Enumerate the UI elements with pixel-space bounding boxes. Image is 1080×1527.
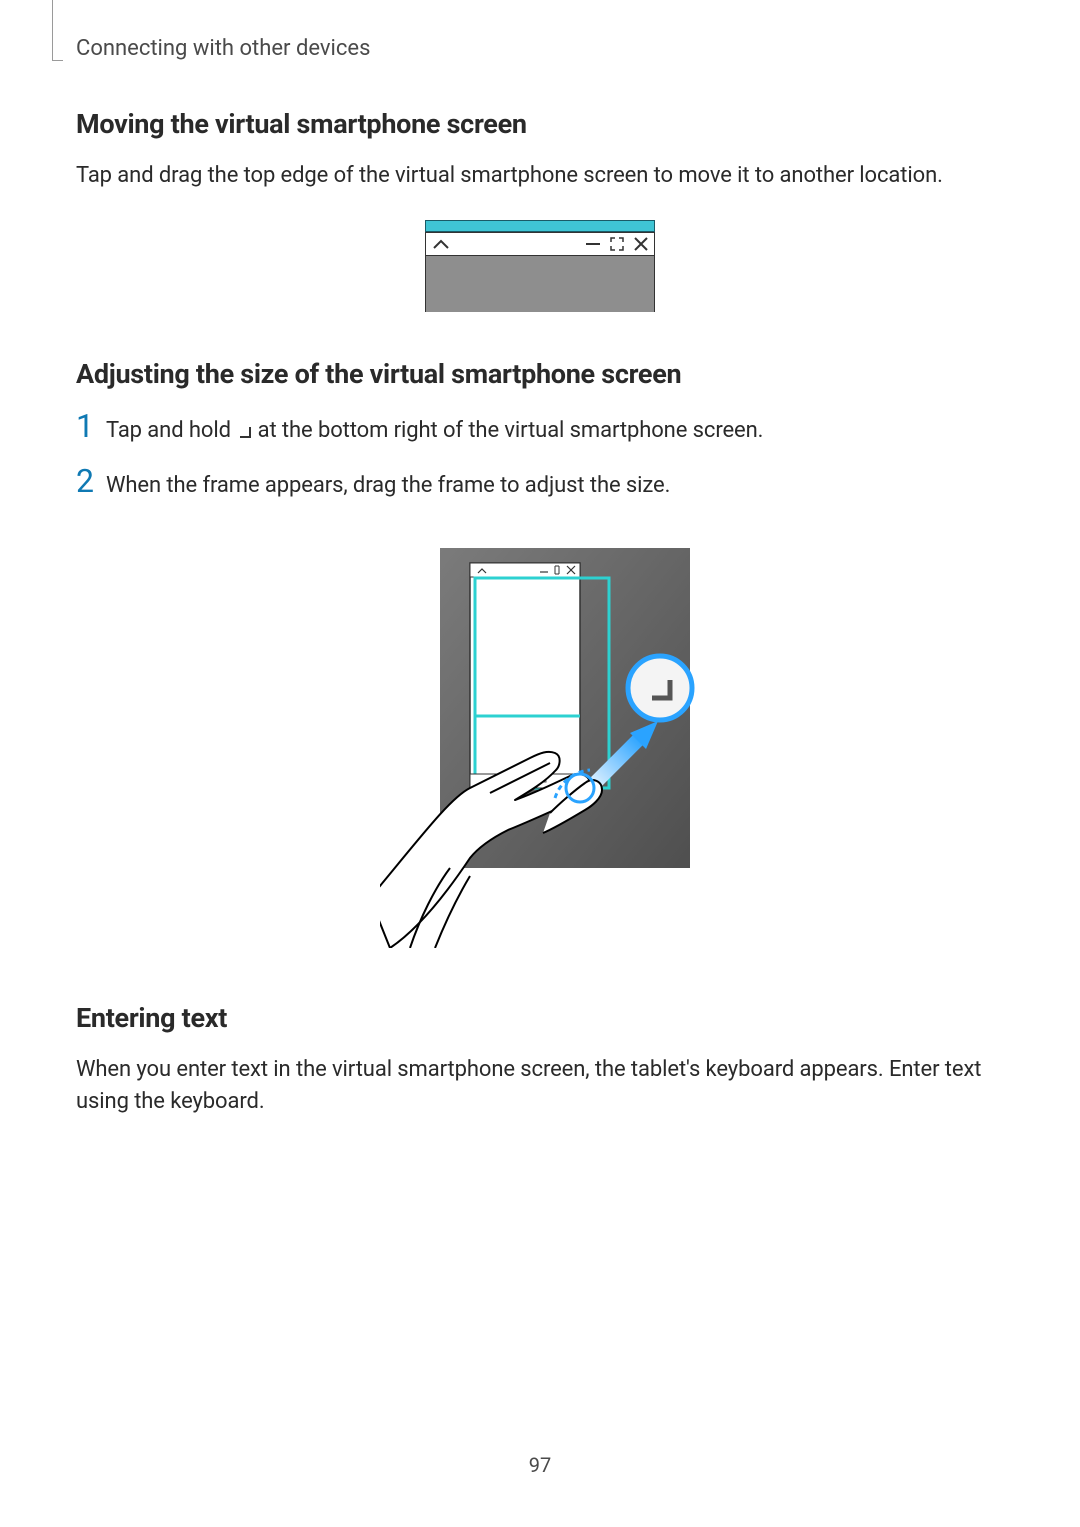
step-number: 1 bbox=[76, 410, 106, 442]
resize-corner-icon bbox=[236, 417, 252, 449]
figure-virtual-screen-topbar bbox=[425, 220, 655, 312]
heading-moving: Moving the virtual smartphone screen bbox=[76, 108, 1004, 140]
paragraph-entering: When you enter text in the virtual smart… bbox=[76, 1054, 1004, 1118]
heading-adjusting: Adjusting the size of the virtual smartp… bbox=[76, 358, 1004, 390]
list-item: 2 When the frame appears, drag the frame… bbox=[76, 465, 1004, 502]
expand-icon bbox=[610, 237, 624, 251]
minimize-icon bbox=[586, 242, 600, 246]
breadcrumb: Connecting with other devices bbox=[76, 36, 370, 61]
drag-handle-top bbox=[425, 220, 655, 232]
paragraph-moving: Tap and drag the top edge of the virtual… bbox=[76, 160, 1004, 192]
step-text-post: at the bottom right of the virtual smart… bbox=[258, 418, 764, 443]
step-text-pre: Tap and hold bbox=[106, 418, 236, 443]
page-number: 97 bbox=[0, 1453, 1080, 1477]
chevron-up-icon bbox=[432, 238, 450, 250]
figure-resize-gesture bbox=[380, 538, 700, 952]
step-number: 2 bbox=[76, 465, 106, 497]
list-item: 1 Tap and hold at the bottom right of th… bbox=[76, 410, 1004, 449]
close-icon bbox=[634, 237, 648, 251]
numbered-list: 1 Tap and hold at the bottom right of th… bbox=[76, 410, 1004, 502]
heading-entering: Entering text bbox=[76, 1002, 1004, 1034]
step-text-pre: When the frame appears, drag the frame t… bbox=[106, 473, 670, 498]
corner-tab bbox=[52, 0, 63, 61]
